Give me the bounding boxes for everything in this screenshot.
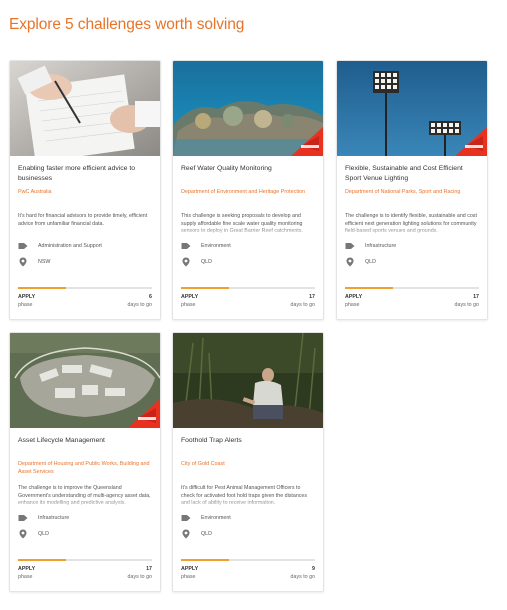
card-description: This challenge is seeking proposals to d… xyxy=(181,213,303,235)
location-label: QLD xyxy=(201,531,212,537)
phase-value: APPLY xyxy=(18,566,36,572)
location-label: QLD xyxy=(201,259,212,265)
location-label: QLD xyxy=(365,259,376,265)
days-remaining-label: days to go xyxy=(290,574,315,580)
phase-label: phase xyxy=(181,574,196,580)
phase-value: APPLY xyxy=(181,294,199,300)
progress-fill xyxy=(181,559,230,561)
category-row: Administration and Support xyxy=(18,241,152,251)
card-footer: APPLY phase 17 days to go xyxy=(181,294,315,314)
progress-fill xyxy=(18,287,67,289)
days-remaining-value: 9 xyxy=(312,566,315,572)
phase-label: phase xyxy=(18,574,33,580)
category-row: Environment xyxy=(181,241,315,251)
phase-label: phase xyxy=(18,302,33,308)
challenge-card[interactable]: Flexible, Sustainable and Cost Efficient… xyxy=(336,60,488,320)
progress-bar xyxy=(181,559,315,561)
card-footer: APPLY phase 17 days to go xyxy=(345,294,479,314)
tag-icon xyxy=(181,243,191,249)
days-remaining-label: days to go xyxy=(127,574,152,580)
card-description: It's hard for financial advisors to prov… xyxy=(18,213,148,227)
progress-bar xyxy=(181,287,315,289)
location-label: NSW xyxy=(38,259,51,265)
card-organisation: Department of National Parks, Sport and … xyxy=(345,189,461,195)
days-remaining-label: days to go xyxy=(454,302,479,308)
card-organisation: City of Gold Coast xyxy=(181,461,225,467)
phase-value: APPLY xyxy=(181,566,199,572)
card-image[interactable] xyxy=(173,61,323,156)
phase-value: APPLY xyxy=(345,294,363,300)
card-footer: APPLY phase 17 days to go xyxy=(18,566,152,586)
progress-fill xyxy=(18,559,67,561)
days-remaining-value: 17 xyxy=(473,294,479,300)
days-remaining-label: days to go xyxy=(127,302,152,308)
card-description: The challenge is to identify flexible, s… xyxy=(345,213,477,235)
card-description: The challenge is to improve the Queensla… xyxy=(18,485,151,507)
card-title[interactable]: Flexible, Sustainable and Cost Efficient… xyxy=(345,164,479,186)
page-title: Explore 5 challenges worth solving xyxy=(9,16,245,33)
progress-bar xyxy=(18,287,152,289)
category-label: Environment xyxy=(201,243,231,249)
card-description: It's difficult for Pest Animal Managemen… xyxy=(181,485,308,507)
card-image[interactable] xyxy=(10,61,160,156)
card-image[interactable] xyxy=(337,61,487,156)
card-title[interactable]: Enabling faster more efficient advice to… xyxy=(18,164,152,186)
map-pin-icon xyxy=(182,529,190,539)
card-organisation: Department of Environment and Heritage P… xyxy=(181,189,306,195)
map-pin-icon xyxy=(182,257,190,267)
progress-fill xyxy=(181,287,230,289)
days-remaining-label: days to go xyxy=(290,302,315,308)
tag-icon xyxy=(181,515,191,521)
category-label: Administration and Support xyxy=(38,243,102,249)
tag-icon xyxy=(18,515,28,521)
category-row: Infrastructure xyxy=(345,241,479,251)
card-image[interactable] xyxy=(173,333,323,428)
challenge-card[interactable]: Asset Lifecycle Management Department of… xyxy=(9,332,161,592)
challenge-card[interactable]: Reef Water Quality Monitoring Department… xyxy=(172,60,324,320)
card-footer: APPLY phase 6 days to go xyxy=(18,294,152,314)
phase-label: phase xyxy=(345,302,360,308)
challenge-card[interactable]: Foothold Trap Alerts City of Gold Coast … xyxy=(172,332,324,592)
days-remaining-value: 6 xyxy=(149,294,152,300)
location-row: QLD xyxy=(181,529,315,539)
card-title[interactable]: Foothold Trap Alerts xyxy=(181,436,315,458)
location-row: QLD xyxy=(345,257,479,267)
progress-bar xyxy=(345,287,479,289)
card-image[interactable] xyxy=(10,333,160,428)
days-remaining-value: 17 xyxy=(309,294,315,300)
card-title[interactable]: Asset Lifecycle Management xyxy=(18,436,152,458)
map-pin-icon xyxy=(19,257,27,267)
phase-label: phase xyxy=(181,302,196,308)
category-row: Environment xyxy=(181,513,315,523)
tag-icon xyxy=(345,243,355,249)
category-row: Infrastructure xyxy=(18,513,152,523)
card-organisation: PwC Australia xyxy=(18,189,52,195)
card-organisation: Department of Housing and Public Works, … xyxy=(18,461,150,475)
category-label: Environment xyxy=(201,515,231,521)
phase-value: APPLY xyxy=(18,294,36,300)
progress-fill xyxy=(345,287,394,289)
location-row: NSW xyxy=(18,257,152,267)
location-row: QLD xyxy=(18,529,152,539)
progress-bar xyxy=(18,559,152,561)
tag-icon xyxy=(18,243,28,249)
location-label: QLD xyxy=(38,531,49,537)
map-pin-icon xyxy=(346,257,354,267)
map-pin-icon xyxy=(19,529,27,539)
card-title[interactable]: Reef Water Quality Monitoring xyxy=(181,164,315,186)
challenge-card[interactable]: Enabling faster more efficient advice to… xyxy=(9,60,161,320)
location-row: QLD xyxy=(181,257,315,267)
card-footer: APPLY phase 9 days to go xyxy=(181,566,315,586)
category-label: Infrastructure xyxy=(365,243,397,249)
days-remaining-value: 17 xyxy=(146,566,152,572)
category-label: Infrastructure xyxy=(38,515,70,521)
